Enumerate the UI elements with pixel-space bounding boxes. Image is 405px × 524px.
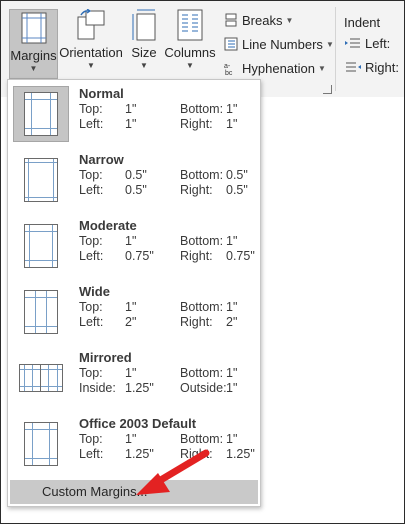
- red-arrow-annotation: [136, 449, 210, 495]
